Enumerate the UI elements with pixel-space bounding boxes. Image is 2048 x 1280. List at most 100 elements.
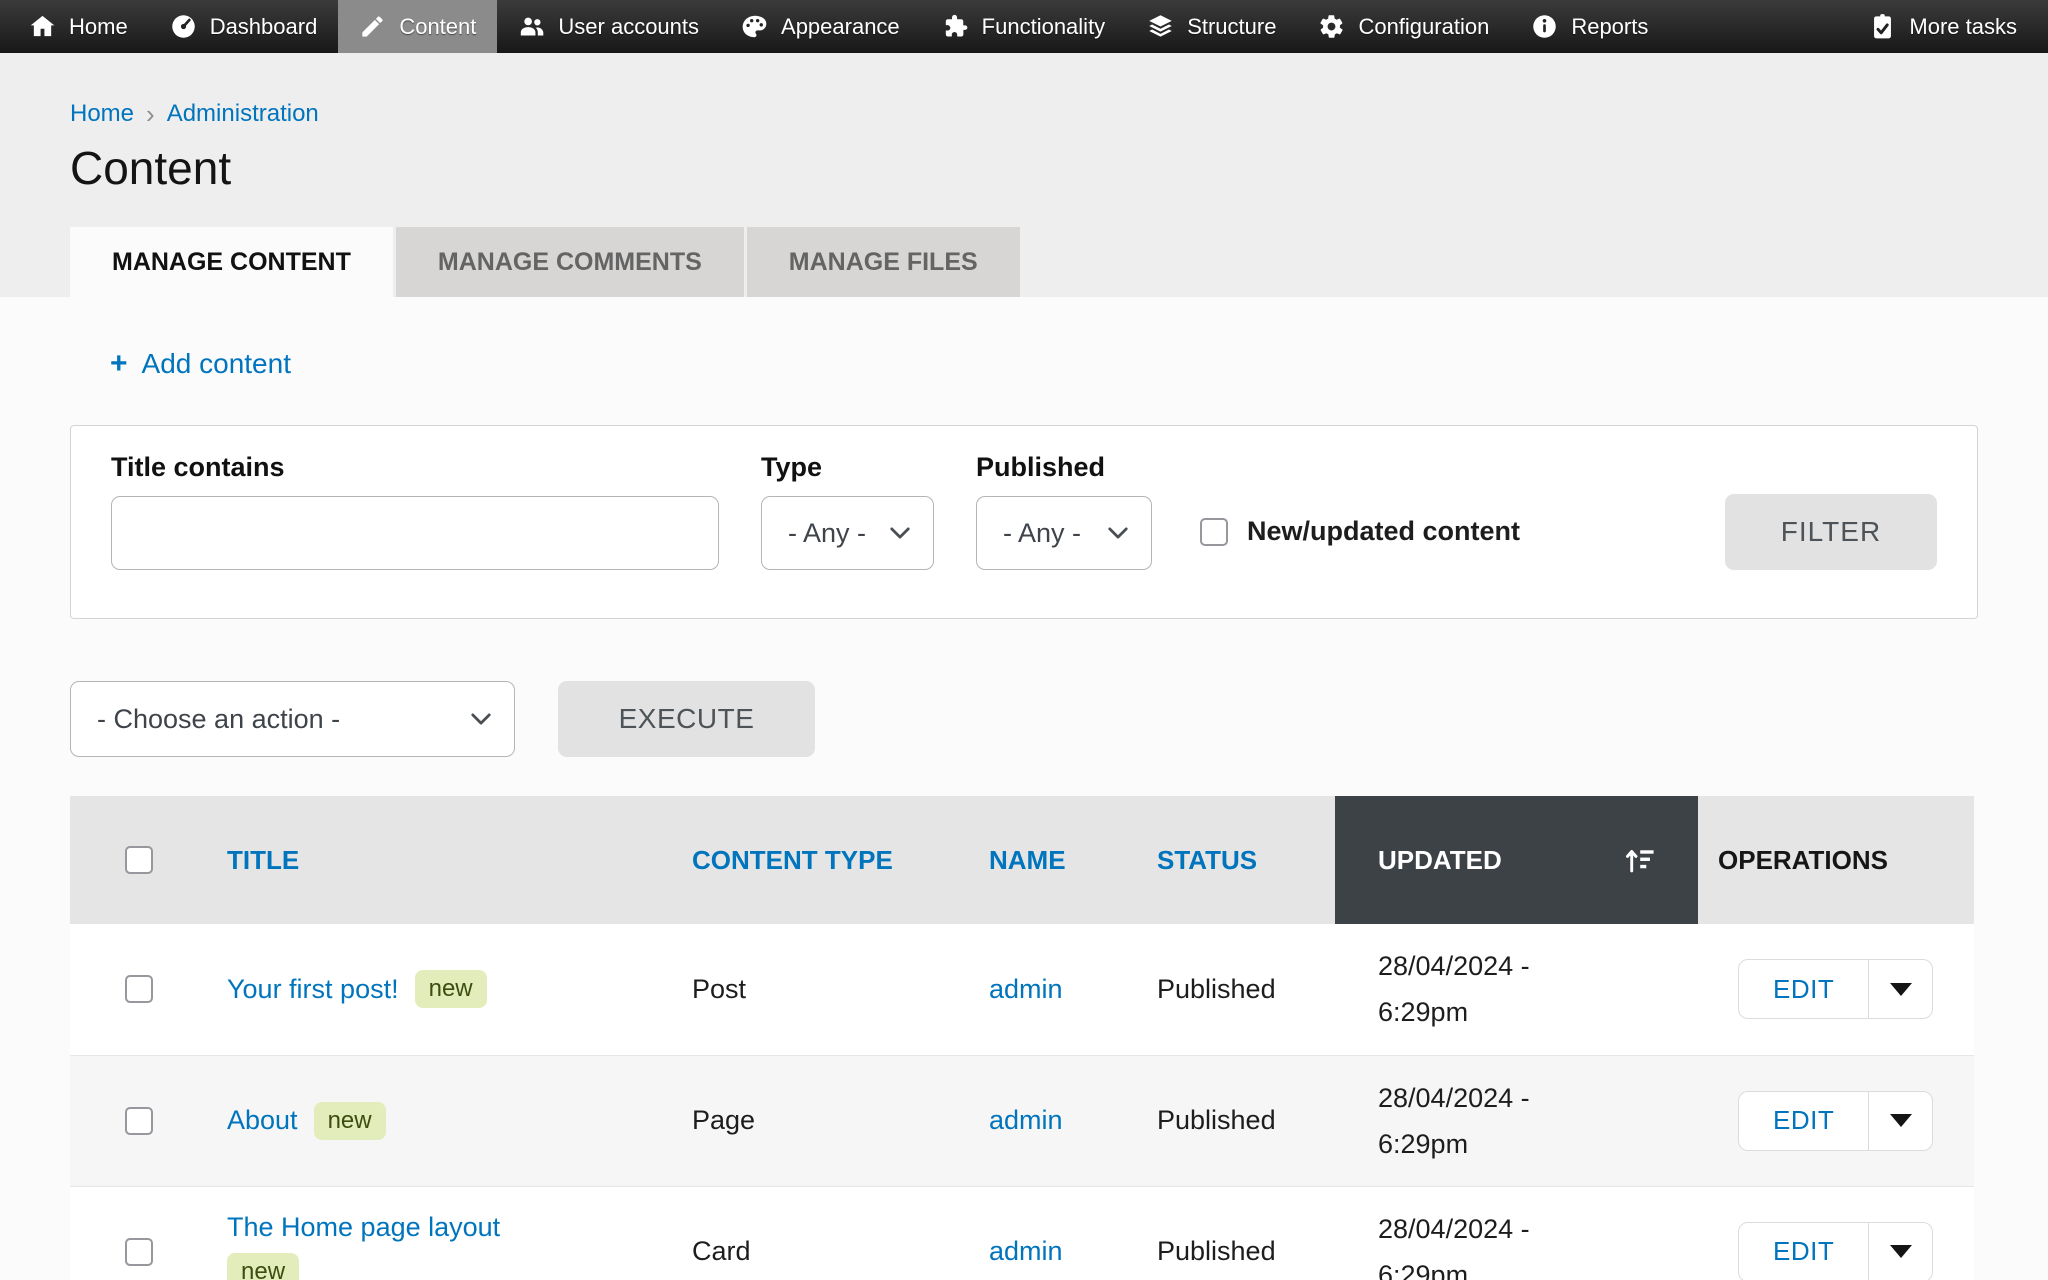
row-title-link[interactable]: The Home page layout: [227, 1212, 500, 1243]
row-checkbox[interactable]: [125, 1107, 153, 1135]
operations-header: OPERATIONS: [1698, 796, 1974, 924]
type-select-value: - Any -: [788, 518, 866, 549]
tab-manage-content[interactable]: MANAGE CONTENT: [70, 227, 393, 297]
page-header: Home › Administration Content MANAGE CON…: [0, 53, 2048, 297]
breadcrumb-separator: ›: [146, 101, 155, 127]
breadcrumb-home-link[interactable]: Home: [70, 100, 134, 128]
content-type-cell: Page: [672, 1055, 969, 1186]
nav-item-dashboard[interactable]: Dashboard: [149, 0, 339, 53]
nav-item-content[interactable]: Content: [338, 0, 497, 53]
new-updated-label: New/updated content: [1247, 516, 1520, 547]
nav-label: Home: [69, 14, 128, 40]
select-all-checkbox[interactable]: [125, 846, 153, 874]
nav-label: Dashboard: [210, 14, 318, 40]
breadcrumb-administration-link[interactable]: Administration: [167, 100, 319, 128]
caret-down-icon: [1890, 1245, 1912, 1258]
nav-item-structure[interactable]: Structure: [1126, 0, 1297, 53]
users-icon: [518, 13, 545, 40]
filter-panel: Title contains Type - Any - Published - …: [70, 425, 1978, 619]
edit-button[interactable]: EDIT: [1739, 960, 1868, 1018]
published-select[interactable]: - Any -: [976, 496, 1152, 570]
status-cell: Published: [1137, 1186, 1335, 1280]
edit-split-button: EDIT: [1738, 1091, 1933, 1151]
nav-label: Content: [399, 14, 476, 40]
published-select-value: - Any -: [1003, 518, 1081, 549]
tabs: MANAGE CONTENT MANAGE COMMENTS MANAGE FI…: [70, 227, 1978, 297]
sort-name-header[interactable]: NAME: [989, 845, 1066, 875]
add-content-label: Add content: [142, 348, 291, 380]
execute-button[interactable]: EXECUTE: [558, 681, 815, 757]
chevron-down-icon: [470, 712, 492, 726]
status-cell: Published: [1137, 1055, 1335, 1186]
new-updated-group: New/updated content: [1200, 516, 1520, 547]
row-title-link[interactable]: Your first post!: [227, 974, 399, 1005]
title-contains-field: Title contains: [111, 452, 719, 570]
nav-label: More tasks: [1909, 14, 2017, 40]
pencil-icon: [359, 13, 386, 40]
updated-cell: 28/04/2024 - 6:29pm: [1378, 1075, 1593, 1167]
type-select[interactable]: - Any -: [761, 496, 934, 570]
caret-down-icon: [1890, 983, 1912, 996]
sort-updated-header[interactable]: UPDATED: [1378, 838, 1698, 882]
breadcrumb: Home › Administration: [70, 99, 1978, 129]
nav-item-home[interactable]: Home: [8, 0, 149, 53]
gear-icon: [1318, 13, 1345, 40]
status-cell: Published: [1137, 924, 1335, 1055]
add-content-link[interactable]: + Add content: [110, 347, 291, 381]
dashboard-icon: [170, 13, 197, 40]
table-row: About new Page admin Published 28/04/202…: [70, 1055, 1974, 1186]
title-contains-label: Title contains: [111, 452, 719, 484]
layers-icon: [1147, 13, 1174, 40]
edit-split-button: EDIT: [1738, 959, 1933, 1019]
sort-status-header[interactable]: STATUS: [1157, 845, 1257, 875]
tab-manage-comments[interactable]: MANAGE COMMENTS: [396, 227, 744, 297]
chevron-down-icon: [889, 526, 911, 540]
chevron-down-icon: [1107, 526, 1129, 540]
table-row: Your first post! new Post admin Publishe…: [70, 924, 1974, 1055]
nav-item-more-tasks[interactable]: More tasks: [1848, 0, 2038, 53]
updated-cell: 28/04/2024 - 6:29pm: [1378, 943, 1593, 1035]
edit-button[interactable]: EDIT: [1739, 1092, 1868, 1150]
author-link[interactable]: admin: [989, 974, 1063, 1004]
page-title: Content: [70, 141, 1978, 195]
tab-manage-files[interactable]: MANAGE FILES: [747, 227, 1020, 297]
type-label: Type: [761, 452, 934, 484]
row-checkbox[interactable]: [125, 975, 153, 1003]
nav-item-user-accounts[interactable]: User accounts: [497, 0, 720, 53]
nav-label: Functionality: [982, 14, 1106, 40]
title-contains-input[interactable]: [111, 496, 719, 570]
nav-item-reports[interactable]: Reports: [1510, 0, 1669, 53]
content-type-cell: Card: [672, 1186, 969, 1280]
new-badge: new: [314, 1102, 386, 1140]
sort-content-type-header[interactable]: CONTENT TYPE: [692, 845, 893, 875]
type-field: Type - Any -: [761, 452, 934, 570]
nav-item-configuration[interactable]: Configuration: [1297, 0, 1510, 53]
puzzle-icon: [942, 13, 969, 40]
plus-icon: +: [110, 347, 128, 381]
table-row: The Home page layout new Card admin Publ…: [70, 1186, 1974, 1280]
info-icon: [1531, 13, 1558, 40]
row-checkbox[interactable]: [125, 1238, 153, 1266]
nav-item-appearance[interactable]: Appearance: [720, 0, 921, 53]
nav-item-functionality[interactable]: Functionality: [921, 0, 1127, 53]
table-header-row: TITLE CONTENT TYPE NAME STATUS UPDATED O…: [70, 796, 1974, 924]
action-select-value: - Choose an action -: [97, 704, 340, 735]
content-type-cell: Post: [672, 924, 969, 1055]
sort-title-header[interactable]: TITLE: [227, 845, 299, 875]
new-updated-checkbox[interactable]: [1200, 518, 1228, 546]
row-title-link[interactable]: About: [227, 1105, 298, 1136]
bulk-action-row: - Choose an action - EXECUTE: [70, 681, 1978, 757]
updated-header-label: UPDATED: [1378, 838, 1502, 882]
edit-button[interactable]: EDIT: [1739, 1223, 1868, 1280]
edit-dropdown-toggle[interactable]: [1868, 960, 1932, 1018]
author-link[interactable]: admin: [989, 1236, 1063, 1266]
new-badge: new: [415, 970, 487, 1008]
edit-dropdown-toggle[interactable]: [1868, 1223, 1932, 1280]
new-badge: new: [227, 1253, 299, 1280]
filter-button[interactable]: FILTER: [1725, 494, 1937, 570]
action-select[interactable]: - Choose an action -: [70, 681, 515, 757]
edit-dropdown-toggle[interactable]: [1868, 1092, 1932, 1150]
nav-label: Configuration: [1358, 14, 1489, 40]
author-link[interactable]: admin: [989, 1105, 1063, 1135]
content-table: TITLE CONTENT TYPE NAME STATUS UPDATED O…: [70, 796, 1974, 1280]
